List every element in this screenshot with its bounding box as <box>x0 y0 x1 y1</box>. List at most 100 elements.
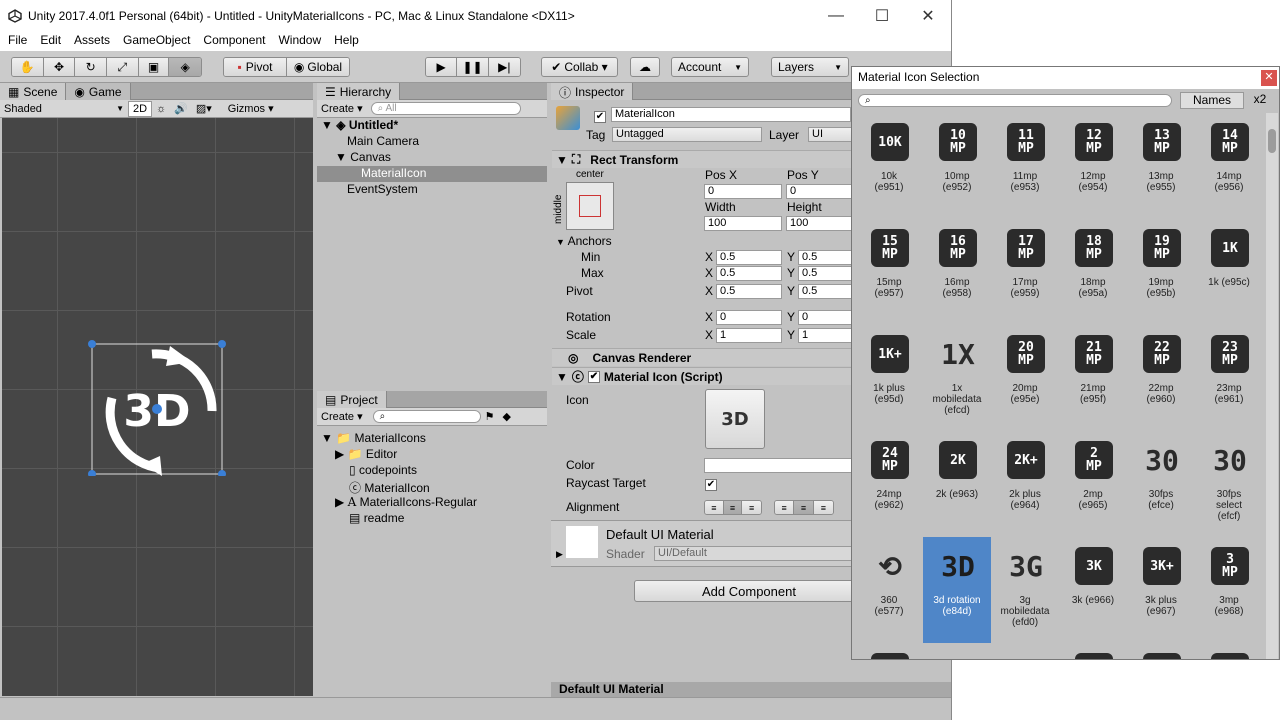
rect-transform-header[interactable]: ▼ ⛶ Rect Transform <box>552 150 852 168</box>
transform-tool-icon[interactable]: ◈ <box>169 58 201 76</box>
hierarchy-item-materialicon[interactable]: MaterialIcon <box>317 166 547 182</box>
cloud-icon[interactable]: ☁ <box>630 57 660 77</box>
project-create-dropdown[interactable]: Create ▾ <box>317 409 367 425</box>
pivot-x-field[interactable]: 0.5 <box>716 284 782 299</box>
canvas-renderer-header[interactable]: ◎ Canvas Renderer <box>552 348 852 366</box>
posy-field[interactable]: 0 <box>786 184 852 199</box>
tab-project[interactable]: ▤ Project <box>317 391 387 408</box>
active-checkbox[interactable]: ✔ <box>594 108 606 123</box>
global-button[interactable]: ◉ Global <box>287 58 349 76</box>
hierarchy-create-dropdown[interactable]: Create ▾ <box>317 101 367 117</box>
raycast-target-checkbox[interactable]: ✔ <box>705 476 717 491</box>
2d-toggle[interactable]: 2D <box>128 100 153 117</box>
effects-icon[interactable]: ▨▾ <box>192 101 216 117</box>
hierarchy-search-input[interactable]: ⌕ All <box>370 102 521 115</box>
icon-cell[interactable]: 4G <box>923 643 991 659</box>
hierarchy-item-main-camera[interactable]: Main Camera <box>347 134 419 148</box>
menu-assets[interactable]: Assets <box>66 31 115 51</box>
menu-help[interactable]: Help <box>326 31 364 51</box>
tab-scene[interactable]: ▦ Scene <box>0 83 67 100</box>
shading-mode-dropdown[interactable]: Shaded ▼ <box>0 101 128 117</box>
anchor-min-y-field[interactable]: 0.5 <box>798 250 852 265</box>
step-button[interactable]: ▶| <box>488 58 520 76</box>
pivot-y-field[interactable]: 0.5 <box>798 284 852 299</box>
color-field[interactable] <box>704 458 852 473</box>
icon-cell[interactable]: 16 MP 16mp (e958) <box>923 219 991 325</box>
tab-inspector[interactable]: ⓘ Inspector <box>551 83 634 100</box>
anchor-max-x-field[interactable]: 0.5 <box>716 266 782 281</box>
project-item-codepoints[interactable]: ▯ codepoints <box>349 463 417 477</box>
icon-cell[interactable]: 3K 3k (e966) <box>1059 537 1127 643</box>
icon-cell[interactable]: 30 30fps select (efcf) <box>1195 431 1263 537</box>
project-item-editor[interactable]: ▶ 📁 Editor <box>335 447 397 461</box>
play-button[interactable]: ▶ <box>426 58 458 76</box>
icon-picker-button[interactable]: 3D <box>705 389 765 449</box>
icon-cell[interactable]: 4K <box>1059 643 1127 659</box>
hierarchy-item-canvas[interactable]: ▼ Canvas <box>335 150 391 164</box>
icon-cell[interactable]: 3 MP 3mp (e968) <box>1195 537 1263 643</box>
preview-footer[interactable]: Default UI Material <box>551 682 951 697</box>
names-toggle[interactable]: Names <box>1180 92 1244 109</box>
height-field[interactable]: 100 <box>786 216 852 231</box>
icon-cell[interactable]: 3D 3d rotation (e84d) <box>923 537 991 643</box>
icon-cell[interactable]: 10K 10k (e951) <box>855 113 923 219</box>
move-tool-icon[interactable]: ✥ <box>43 58 76 76</box>
project-item-font[interactable]: ▶ A MaterialIcons-Regular <box>335 495 477 509</box>
anchor-min-x-field[interactable]: 0.5 <box>716 250 782 265</box>
pivot-button[interactable]: ▪ Pivot <box>224 58 287 76</box>
icon-cell[interactable]: 22 MP 22mp (e960) <box>1127 325 1195 431</box>
scale-tool-icon[interactable]: ⤢ <box>107 58 139 76</box>
icon-cell[interactable]: 24 MP 24mp (e962) <box>855 431 923 537</box>
anchor-max-y-field[interactable]: 0.5 <box>798 266 852 281</box>
gameobject-name-field[interactable]: MaterialIcon <box>611 107 851 122</box>
icon-cell[interactable]: 14 MP 14mp (e956) <box>1195 113 1263 219</box>
align-middle-icon[interactable]: ≡ <box>794 501 814 514</box>
close-button[interactable]: ✕ <box>905 6 951 26</box>
hierarchy-item-eventsystem[interactable]: EventSystem <box>347 182 418 196</box>
menu-file[interactable]: File <box>0 31 32 51</box>
menu-window[interactable]: Window <box>270 31 326 51</box>
icon-cell[interactable]: 19 MP 19mp (e95b) <box>1127 219 1195 325</box>
icon-cell[interactable]: 12 MP 12mp (e954) <box>1059 113 1127 219</box>
layers-dropdown[interactable]: Layers ▼ <box>771 57 849 77</box>
maximize-button[interactable]: ☐ <box>859 6 905 26</box>
hierarchy-item-scene[interactable]: ▼ ◈ Untitled* <box>321 118 398 132</box>
icon-cell[interactable]: 2K 2k (e963) <box>923 431 991 537</box>
gizmos-dropdown[interactable]: Gizmos ▾ <box>224 101 278 117</box>
icon-cell[interactable]: 21 MP 21mp (e95f) <box>1059 325 1127 431</box>
foldout-collapsed-icon[interactable]: ▶ <box>556 549 563 560</box>
project-item-readme[interactable]: ▤ readme <box>349 511 404 525</box>
material-icon-script-header[interactable]: ▼ ⓒ ✔ Material Icon (Script) <box>552 367 852 385</box>
width-field[interactable]: 100 <box>704 216 782 231</box>
audio-icon[interactable]: 🔊 <box>170 101 192 117</box>
align-left-icon[interactable]: ≡ <box>705 501 724 514</box>
align-top-icon[interactable]: ≡ <box>775 501 795 514</box>
rect-tool-icon[interactable]: ▣ <box>138 58 170 76</box>
align-right-icon[interactable]: ≡ <box>742 501 761 514</box>
align-center-icon[interactable]: ≡ <box>723 501 743 514</box>
popup-close-button[interactable]: ✕ <box>1261 70 1277 86</box>
rotate-tool-icon[interactable]: ↻ <box>75 58 108 76</box>
add-component-button[interactable]: Add Component <box>634 580 864 602</box>
layer-dropdown[interactable]: UI <box>808 127 853 142</box>
material-icon-gameobject[interactable]: 3D <box>82 336 232 476</box>
icon-cell[interactable]: 👤 <box>855 643 923 659</box>
tab-game[interactable]: ◉ Game <box>66 83 131 100</box>
collab-button[interactable]: ✔ Collab ▾ <box>541 57 618 77</box>
icon-cell[interactable]: 2 MP 2mp (e965) <box>1059 431 1127 537</box>
scale-y-field[interactable]: 1 <box>798 328 852 343</box>
tag-dropdown[interactable]: Untagged <box>612 127 762 142</box>
scrollbar-thumb[interactable] <box>1268 129 1276 153</box>
align-bottom-icon[interactable]: ≡ <box>813 501 833 514</box>
icon-cell[interactable]: 2K+ 2k plus (e964) <box>991 431 1059 537</box>
rotation-x-field[interactable]: 0 <box>716 310 782 325</box>
anchor-presets-button[interactable] <box>566 182 614 230</box>
icon-cell[interactable]: 23 MP 23mp (e961) <box>1195 325 1263 431</box>
icon-cell[interactable]: 1K+ 1k plus (e95d) <box>855 325 923 431</box>
menu-gameobject[interactable]: GameObject <box>115 31 195 51</box>
icon-cell[interactable]: 4K+ <box>1127 643 1195 659</box>
menu-edit[interactable]: Edit <box>32 31 66 51</box>
posx-field[interactable]: 0 <box>704 184 782 199</box>
icon-search-input[interactable]: ⌕ <box>858 94 1172 107</box>
icon-cell[interactable]: 4G+ <box>991 643 1059 659</box>
